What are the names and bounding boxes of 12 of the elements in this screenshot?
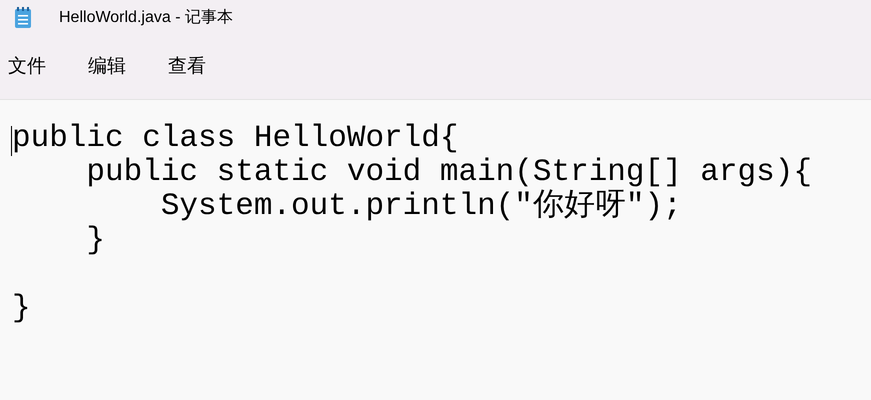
code-line: } — [85, 223, 106, 258]
menu-item[interactable]: 编辑 — [88, 53, 126, 82]
notepad-icon — [14, 7, 32, 29]
text-editor[interactable]: public class HelloWorld{ public static void main(String[] args){ System.out.println("你好呀"); } } — [0, 100, 871, 400]
code-line: } — [12, 291, 31, 326]
window-title: HelloWorld.java - 记事本 — [59, 8, 233, 28]
code-line: System.out.println("你好呀"); — [160, 189, 682, 224]
code-line: public class HelloWorld{ — [12, 121, 458, 156]
text-cursor — [11, 126, 12, 156]
menu-item[interactable]: 查看 — [168, 53, 206, 82]
menu-item[interactable]: 文件 — [8, 53, 46, 82]
code-line: public static void main(String[] args){ — [85, 155, 812, 190]
